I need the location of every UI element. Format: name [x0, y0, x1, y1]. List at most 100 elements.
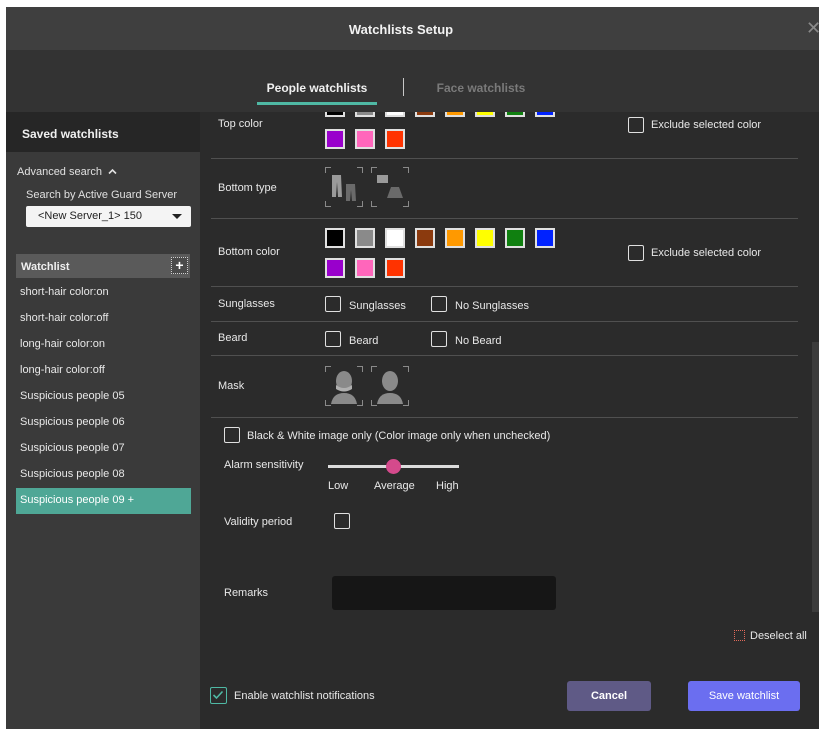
remarks-label: Remarks: [224, 587, 269, 599]
sunglasses-option-label: Sunglasses: [349, 300, 406, 312]
tab-face-watchlists[interactable]: Face watchlists: [426, 81, 536, 95]
beard-checkbox[interactable]: [325, 331, 341, 347]
list-item[interactable]: Suspicious people 06: [16, 410, 191, 436]
chevron-down-icon: [172, 214, 182, 219]
beard-label: Beard: [218, 332, 248, 344]
deselect-icon: [734, 630, 745, 641]
color-swatch[interactable]: [535, 112, 555, 117]
tabs-bar: People watchlists Face watchlists: [6, 50, 819, 112]
divider: [211, 286, 798, 287]
close-icon[interactable]: ✕: [806, 19, 819, 37]
watchlist-header: Watchlist +: [16, 254, 190, 278]
sunglasses-label: Sunglasses: [218, 298, 275, 310]
tab-people-watchlists[interactable]: People watchlists: [257, 81, 377, 95]
sensitivity-average-label: Average: [374, 480, 415, 492]
divider: [211, 417, 798, 418]
remarks-input[interactable]: [332, 576, 556, 610]
color-swatch[interactable]: [535, 228, 555, 248]
bottom-exclude-color-label: Exclude selected color: [651, 247, 762, 259]
color-swatch[interactable]: [385, 112, 405, 117]
color-swatch[interactable]: [475, 228, 495, 248]
no-beard-checkbox[interactable]: [431, 331, 447, 347]
list-item[interactable]: Suspicious people 08: [16, 462, 191, 488]
bottom-type-label: Bottom type: [218, 182, 277, 194]
mask-label: Mask: [218, 380, 245, 392]
list-item-selected[interactable]: Suspicious people 09 +: [16, 488, 191, 514]
list-item[interactable]: long-hair color:off: [16, 358, 191, 384]
no-beard-option-label: No Beard: [455, 335, 502, 347]
color-swatch[interactable]: [385, 228, 405, 248]
list-item[interactable]: Suspicious people 07: [16, 436, 191, 462]
color-swatch[interactable]: [475, 112, 495, 117]
alarm-sensitivity-knob[interactable]: [386, 459, 401, 474]
top-exclude-color-checkbox[interactable]: [628, 117, 644, 133]
tab-separator: [403, 78, 404, 96]
checkmark-icon: [212, 690, 224, 700]
chevron-up-icon: [108, 168, 117, 175]
save-watchlist-button[interactable]: Save watchlist: [688, 681, 800, 711]
color-swatch[interactable]: [325, 258, 345, 278]
validity-period-checkbox[interactable]: [334, 513, 350, 529]
list-item[interactable]: Suspicious people 05: [16, 384, 191, 410]
divider: [211, 158, 798, 159]
bottom-color-label: Bottom color: [218, 246, 280, 258]
color-swatch[interactable]: [355, 129, 375, 149]
list-item[interactable]: short-hair color:off: [16, 306, 191, 332]
black-white-only-checkbox[interactable]: [224, 427, 240, 443]
server-select[interactable]: <New Server_1> 150: [26, 206, 191, 227]
list-item[interactable]: long-hair color:on: [16, 332, 191, 358]
no-sunglasses-checkbox[interactable]: [431, 296, 447, 312]
sidebar-header: Saved watchlists: [6, 112, 200, 152]
advanced-search-toggle[interactable]: Advanced search: [17, 166, 117, 178]
divider: [211, 355, 798, 356]
sidebar: Saved watchlists Advanced search Search …: [6, 112, 200, 729]
color-swatch[interactable]: [445, 228, 465, 248]
title-bar: Watchlists Setup ✕: [6, 7, 819, 50]
color-swatch[interactable]: [415, 228, 435, 248]
bottom-type-skirt-option[interactable]: [371, 167, 409, 207]
validity-period-label: Validity period: [224, 516, 293, 528]
sensitivity-low-label: Low: [328, 480, 349, 492]
no-sunglasses-option-label: No Sunglasses: [455, 300, 529, 312]
sensitivity-high-label: High: [436, 480, 459, 492]
cancel-button[interactable]: Cancel: [567, 681, 651, 711]
advanced-search-label: Advanced search: [17, 166, 102, 178]
color-swatch[interactable]: [445, 112, 465, 117]
color-swatch[interactable]: [325, 112, 345, 117]
server-select-value: <New Server_1> 150: [38, 210, 142, 222]
list-item[interactable]: short-hair color:on: [16, 280, 191, 306]
mask-side-option[interactable]: [371, 366, 409, 406]
enable-notifications-checkbox[interactable]: [210, 687, 227, 704]
beard-option-label: Beard: [349, 335, 379, 347]
search-by-server-label: Search by Active Guard Server: [26, 189, 178, 201]
color-swatch[interactable]: [505, 112, 525, 117]
deselect-all-button[interactable]: Deselect all: [734, 630, 807, 642]
bottom-type-trousers-option[interactable]: [325, 167, 363, 207]
divider: [211, 321, 798, 322]
deselect-all-label: Deselect all: [750, 630, 807, 642]
alarm-sensitivity-label: Alarm sensitivity: [224, 459, 304, 471]
color-swatch[interactable]: [355, 258, 375, 278]
color-swatch[interactable]: [355, 112, 375, 117]
add-watchlist-button[interactable]: +: [171, 257, 188, 274]
dialog-title: Watchlists Setup: [348, 22, 454, 37]
color-swatch[interactable]: [415, 112, 435, 117]
scrollbar[interactable]: [812, 342, 819, 612]
color-swatch[interactable]: [385, 258, 405, 278]
color-swatch[interactable]: [325, 228, 345, 248]
sunglasses-checkbox[interactable]: [325, 296, 341, 312]
saved-watchlists-heading: Saved watchlists: [22, 127, 119, 141]
color-swatch[interactable]: [505, 228, 525, 248]
divider: [211, 218, 798, 219]
black-white-only-label: Black & White image only (Color image on…: [247, 430, 551, 442]
top-exclude-color-label: Exclude selected color: [651, 119, 762, 131]
color-swatch[interactable]: [355, 228, 375, 248]
top-color-label: Top color: [218, 118, 263, 130]
watchlist-list: short-hair color:on short-hair color:off…: [16, 280, 191, 514]
mask-front-option[interactable]: [325, 366, 363, 406]
bottom-exclude-color-checkbox[interactable]: [628, 245, 644, 261]
color-swatch[interactable]: [325, 129, 345, 149]
enable-notifications-label: Enable watchlist notifications: [234, 690, 375, 702]
watchlist-header-label: Watchlist: [21, 261, 70, 273]
color-swatch[interactable]: [385, 129, 405, 149]
